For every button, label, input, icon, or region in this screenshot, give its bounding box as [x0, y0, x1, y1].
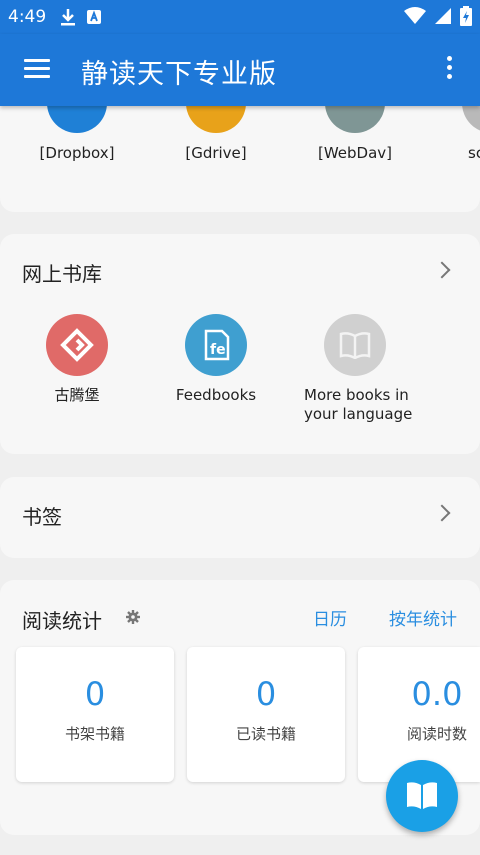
bookmarks-card[interactable]: 书签: [0, 477, 480, 558]
stat-value: 0.0: [411, 675, 463, 713]
app-title: 静读天下专业版: [81, 59, 277, 90]
cloud-service-icon: [462, 106, 480, 133]
status-bar: 4:49: [0, 0, 480, 34]
chevron-right-icon[interactable]: [433, 261, 451, 279]
stat-value: 0: [84, 675, 106, 713]
battery-icon: [460, 6, 472, 26]
download-icon: [61, 9, 76, 26]
reading-stats-title: 阅读统计: [22, 609, 102, 633]
stat-label: 已读书籍: [235, 725, 296, 743]
stat-label: 阅读时数: [406, 725, 467, 743]
signal-icon: [435, 8, 451, 24]
cloud-item-gdrive[interactable]: [Gdrive]: [156, 73, 276, 162]
yearly-stats-link[interactable]: 按年统计: [389, 605, 457, 630]
svg-text:fe: fe: [210, 342, 226, 358]
app-bar: 静读天下专业版: [0, 34, 480, 106]
menu-icon[interactable]: [24, 59, 50, 79]
stat-box-shelf-books[interactable]: 0 书架书籍: [16, 647, 174, 782]
stat-value: 0: [255, 675, 277, 713]
online-library-card: 网上书库 古腾堡 fe Feedbooks More books in your…: [0, 234, 480, 454]
book-icon: [324, 314, 386, 376]
chevron-right-icon[interactable]: [433, 504, 451, 522]
gutenberg-icon: [46, 314, 108, 376]
feedbooks-icon: fe: [185, 314, 247, 376]
cloud-item-label: [Gdrive]: [185, 144, 247, 162]
cloud-item-dropbox[interactable]: [Dropbox]: [17, 73, 137, 162]
library-item-label: Feedbooks: [175, 386, 257, 404]
stat-label: 书架书籍: [64, 725, 125, 743]
calendar-link[interactable]: 日历: [313, 605, 347, 630]
app-notification-icon: [87, 10, 102, 24]
open-book-fab[interactable]: [386, 760, 458, 832]
book-open-icon: [407, 782, 437, 809]
library-item-feedbooks[interactable]: fe Feedbooks: [156, 314, 276, 405]
settings-gear-icon[interactable]: [126, 610, 140, 624]
library-item-label: More books in your language: [304, 386, 413, 423]
cloud-storage-card: [Dropbox] [Gdrive] [WebDav] sc: [0, 73, 480, 212]
cloud-item-partial[interactable]: sc: [434, 106, 480, 162]
library-item-label: 古腾堡: [54, 386, 100, 404]
wifi-icon: [404, 7, 426, 24]
cloud-item-label: [Dropbox]: [39, 144, 115, 162]
online-library-title: 网上书库: [22, 262, 102, 286]
library-item-gutenberg[interactable]: 古腾堡: [17, 314, 137, 405]
bookmarks-title: 书签: [22, 505, 62, 529]
status-time: 4:49: [8, 7, 47, 27]
overflow-menu-icon[interactable]: [446, 56, 454, 83]
cloud-item-label: sc: [468, 144, 480, 162]
stat-box-read-books[interactable]: 0 已读书籍: [187, 647, 345, 782]
library-item-more-books[interactable]: More books in your language: [295, 314, 415, 424]
cloud-item-label: [WebDav]: [317, 144, 393, 162]
cloud-item-webdav[interactable]: [WebDav]: [295, 73, 415, 162]
